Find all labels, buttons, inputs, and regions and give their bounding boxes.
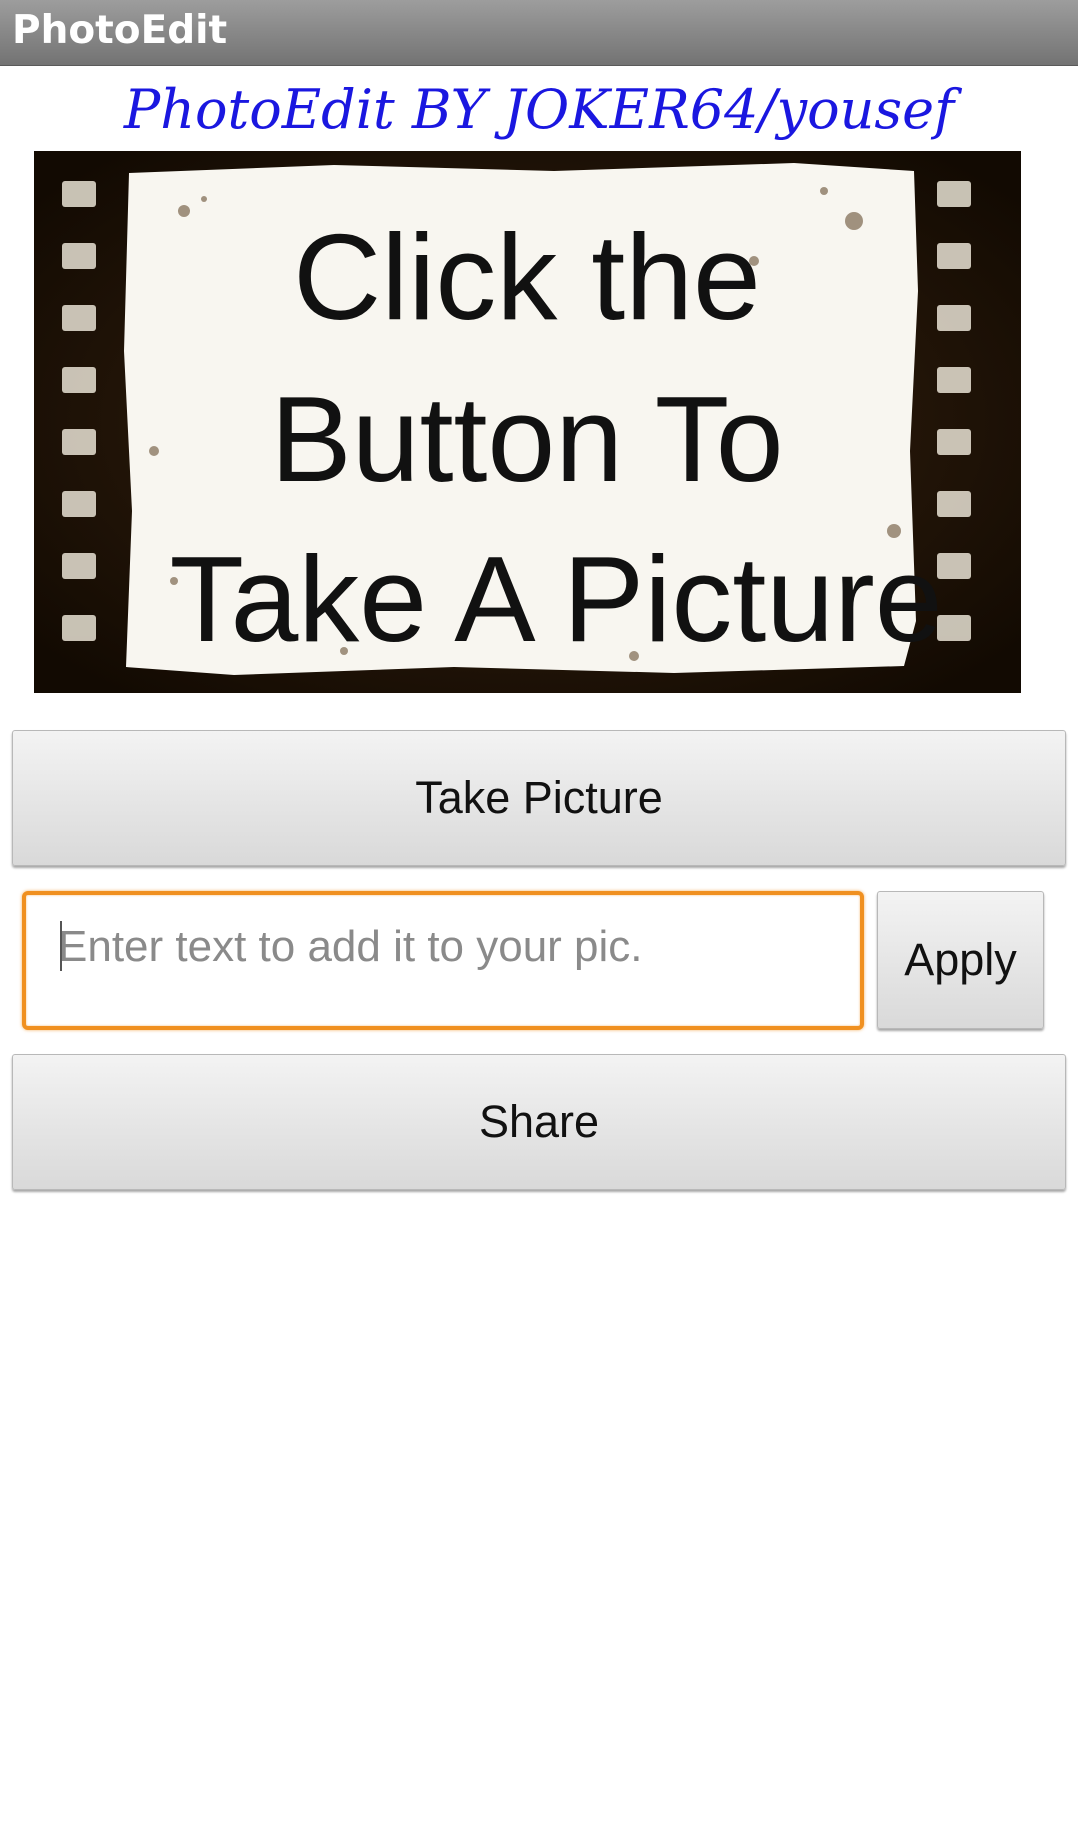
apply-button[interactable]: Apply: [877, 891, 1044, 1029]
page-heading: PhotoEdit BY JOKER64/yousef: [123, 78, 955, 141]
caption-text-field[interactable]: [22, 891, 864, 1030]
take-picture-button[interactable]: Take Picture: [12, 730, 1066, 866]
picture-preview: Click the Button To Take A Picture: [34, 151, 1021, 693]
app-title: PhotoEdit: [12, 8, 228, 53]
picture-caption-line-2: Button To: [270, 371, 783, 507]
caption-input[interactable]: [58, 917, 828, 977]
picture-caption-line-1: Click the: [293, 209, 761, 345]
picture-caption-line-3: Take A Picture: [169, 531, 942, 667]
text-cursor: [60, 921, 62, 971]
app-title-bar: PhotoEdit: [0, 0, 1078, 66]
share-button[interactable]: Share: [12, 1054, 1066, 1190]
